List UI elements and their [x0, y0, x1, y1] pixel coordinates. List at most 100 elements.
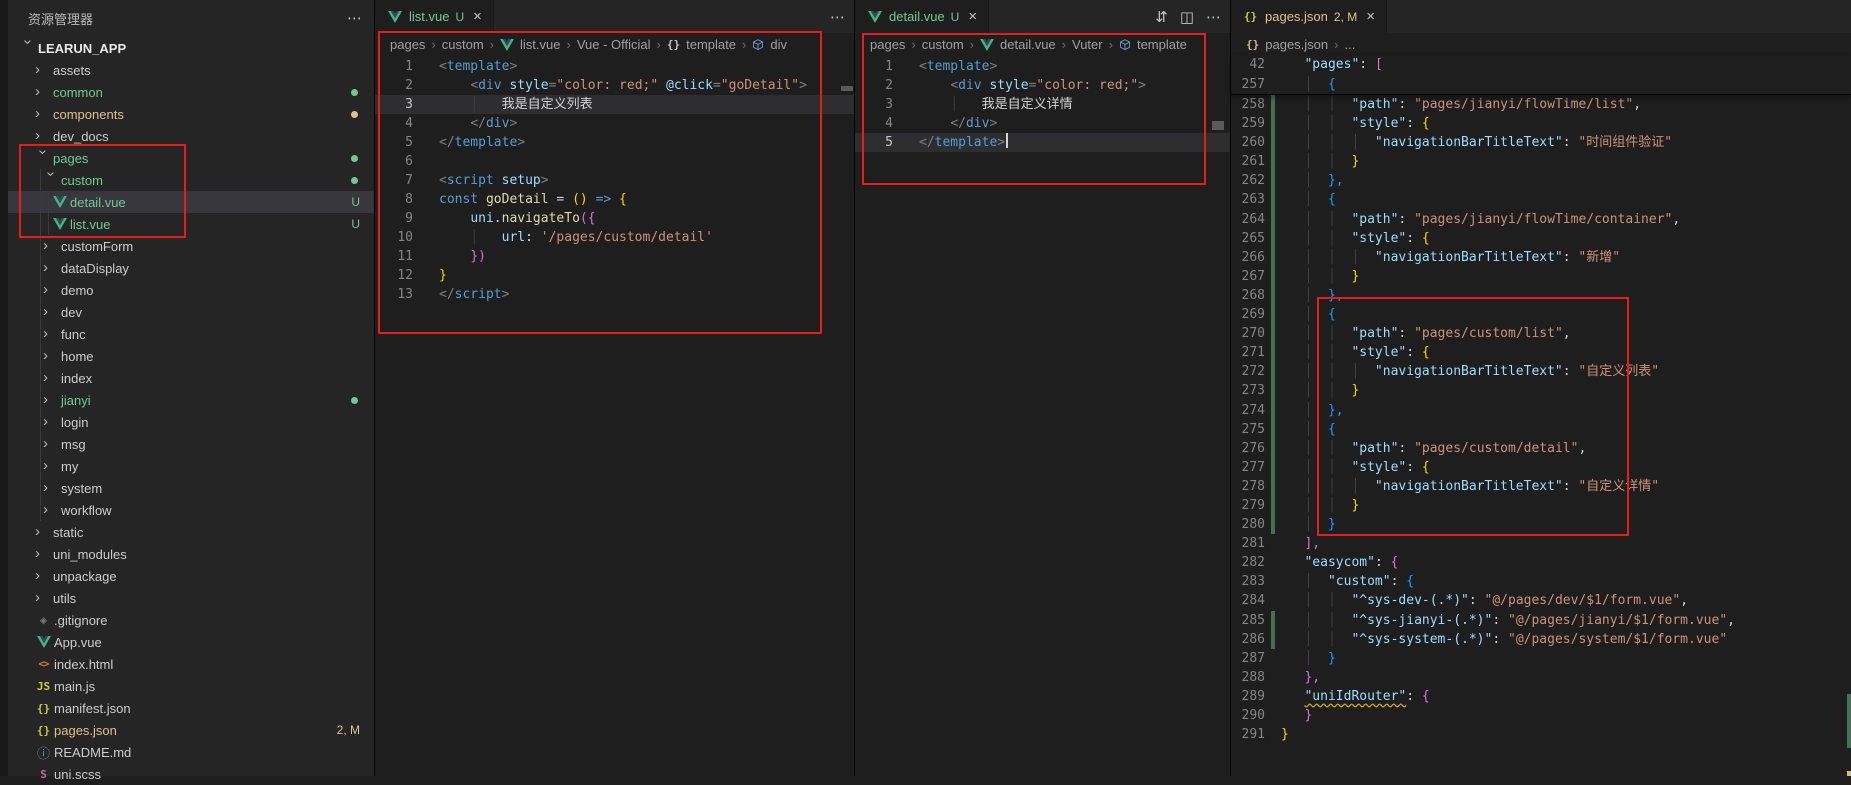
- breadcrumb-item[interactable]: div: [770, 37, 787, 52]
- line-number[interactable]: 6: [375, 152, 413, 171]
- line-number[interactable]: 284: [1231, 591, 1265, 610]
- code-line[interactable]: 263 │ {: [1231, 190, 1851, 209]
- tree-item-utils[interactable]: ›utils: [8, 587, 374, 609]
- code-line[interactable]: 5</template>: [375, 133, 855, 152]
- code-line[interactable]: 285 │ │ "^sys-jianyi-(.*)": "@/pages/jia…: [1231, 611, 1851, 630]
- code-line[interactable]: 3 │ 我是自定义详情: [855, 95, 1231, 114]
- line-number[interactable]: 290: [1231, 706, 1265, 725]
- tree-item-LEARUN_APP[interactable]: ›LEARUN_APP: [8, 37, 374, 59]
- breadcrumb-item[interactable]: pages: [870, 37, 905, 52]
- line-number[interactable]: 285: [1231, 611, 1265, 630]
- line-number[interactable]: 272: [1231, 362, 1265, 381]
- tree-item-login[interactable]: ›login: [8, 411, 374, 433]
- code-line[interactable]: 270 │ │ "path": "pages/custom/list",: [1231, 324, 1851, 343]
- code-line[interactable]: 282 "easycom": {: [1231, 553, 1851, 572]
- tree-item-common[interactable]: ›common: [8, 81, 374, 103]
- tree-item-detail.vue[interactable]: detail.vueU: [8, 191, 374, 213]
- code-line[interactable]: 276 │ │ "path": "pages/custom/detail",: [1231, 439, 1851, 458]
- line-number[interactable]: 286: [1231, 630, 1265, 649]
- tree-item-custom[interactable]: ›custom: [8, 169, 374, 191]
- code-line[interactable]: 289 "uniIdRouter": {: [1231, 687, 1851, 706]
- line-number[interactable]: 270: [1231, 324, 1265, 343]
- code-line[interactable]: 273 │ │ }: [1231, 381, 1851, 400]
- tab-list-vue[interactable]: list.vue U ×: [375, 0, 494, 33]
- code-line[interactable]: 264 │ │ "path": "pages/jianyi/flowTime/c…: [1231, 210, 1851, 229]
- line-number[interactable]: 8: [375, 190, 413, 209]
- line-number[interactable]: 263: [1231, 190, 1265, 209]
- tree-item-uni.scss[interactable]: Suni.scss: [8, 763, 374, 785]
- tab-pages-json[interactable]: {} pages.json 2, M ×: [1231, 0, 1387, 33]
- line-number[interactable]: 289: [1231, 687, 1265, 706]
- code-line[interactable]: 269 │ {: [1231, 305, 1851, 324]
- code-line[interactable]: 12}: [375, 266, 855, 285]
- code-line[interactable]: 259 │ │ "style": {: [1231, 114, 1851, 133]
- code-line[interactable]: 268 │ },: [1231, 286, 1851, 305]
- line-number[interactable]: 4: [855, 114, 893, 133]
- code-line[interactable]: 284 │ │ "^sys-dev-(.*)": "@/pages/dev/$1…: [1231, 591, 1851, 610]
- code-line[interactable]: 280 │ }: [1231, 515, 1851, 534]
- code-line[interactable]: 257 │ {: [1231, 75, 1851, 95]
- line-number[interactable]: 280: [1231, 515, 1265, 534]
- code-editor[interactable]: 258 │ │ "path": "pages/jianyi/flowTime/l…: [1231, 95, 1851, 776]
- code-line[interactable]: 262 │ },: [1231, 171, 1851, 190]
- breadcrumb-item[interactable]: pages.json: [1265, 37, 1328, 52]
- line-number[interactable]: 277: [1231, 458, 1265, 477]
- line-number[interactable]: 283: [1231, 572, 1265, 591]
- line-number[interactable]: 278: [1231, 477, 1265, 496]
- tree-item-msg[interactable]: ›msg: [8, 433, 374, 455]
- code-line[interactable]: 9 uni.navigateTo({: [375, 209, 855, 228]
- code-line[interactable]: 287 │ }: [1231, 649, 1851, 668]
- code-line[interactable]: 261 │ │ }: [1231, 152, 1851, 171]
- code-line[interactable]: 2 <div style="color: red;" @click="goDet…: [375, 76, 855, 95]
- line-number[interactable]: 5: [375, 133, 413, 152]
- tree-item-dev_docs[interactable]: ›dev_docs: [8, 125, 374, 147]
- code-line[interactable]: 283 │ "custom": {: [1231, 572, 1851, 591]
- line-number[interactable]: 266: [1231, 248, 1265, 267]
- compare-icon[interactable]: ⇵: [1155, 8, 1168, 26]
- code-line[interactable]: 3 │ 我是自定义列表: [375, 95, 855, 114]
- tree-item-home[interactable]: ›home: [8, 345, 374, 367]
- breadcrumb-item[interactable]: template: [1137, 37, 1187, 52]
- line-number[interactable]: 269: [1231, 305, 1265, 324]
- line-number[interactable]: 264: [1231, 210, 1265, 229]
- tree-item-main.js[interactable]: JSmain.js: [8, 675, 374, 697]
- tree-item-workflow[interactable]: ›workflow: [8, 499, 374, 521]
- tree-item-README.md[interactable]: ⓘREADME.md: [8, 741, 374, 763]
- line-number[interactable]: 261: [1231, 152, 1265, 171]
- tree-item-components[interactable]: ›components: [8, 103, 374, 125]
- code-editor[interactable]: 1<template>2 <div style="color: red;">3 …: [855, 57, 1231, 776]
- line-number[interactable]: 265: [1231, 229, 1265, 248]
- line-number[interactable]: 274: [1231, 401, 1265, 420]
- line-number[interactable]: 275: [1231, 420, 1265, 439]
- tree-item-uni_modules[interactable]: ›uni_modules: [8, 543, 374, 565]
- line-number[interactable]: 9: [375, 209, 413, 228]
- line-number[interactable]: 259: [1231, 114, 1265, 133]
- code-line[interactable]: 279 │ │ }: [1231, 496, 1851, 515]
- line-number[interactable]: 260: [1231, 133, 1265, 152]
- code-line[interactable]: 272 │ │ │ "navigationBarTitleText": "自定义…: [1231, 362, 1851, 381]
- code-editor[interactable]: 1<template>2 <div style="color: red;" @c…: [375, 57, 855, 776]
- split-icon[interactable]: ◫: [1180, 8, 1194, 26]
- line-number[interactable]: 12: [375, 266, 413, 285]
- code-line[interactable]: 281 ],: [1231, 534, 1851, 553]
- tree-item-my[interactable]: ›my: [8, 455, 374, 477]
- line-number[interactable]: 7: [375, 171, 413, 190]
- breadcrumb-item[interactable]: template: [686, 37, 736, 52]
- breadcrumb-item[interactable]: Vuter: [1072, 37, 1103, 52]
- code-line[interactable]: 2 <div style="color: red;">: [855, 76, 1231, 95]
- line-number[interactable]: 258: [1231, 95, 1265, 114]
- tree-item-manifest.json[interactable]: {}manifest.json: [8, 697, 374, 719]
- ellipsis-icon[interactable]: ⋯: [830, 8, 845, 26]
- line-number[interactable]: 271: [1231, 343, 1265, 362]
- line-number[interactable]: 287: [1231, 649, 1265, 668]
- line-number[interactable]: 11: [375, 247, 413, 266]
- line-number[interactable]: 262: [1231, 171, 1265, 190]
- tree-item-func[interactable]: ›func: [8, 323, 374, 345]
- breadcrumb-item[interactable]: custom: [922, 37, 964, 52]
- line-number[interactable]: 1: [375, 57, 413, 76]
- line-number[interactable]: 42: [1231, 55, 1265, 75]
- code-line[interactable]: 277 │ │ "style": {: [1231, 458, 1851, 477]
- tree-item-unpackage[interactable]: ›unpackage: [8, 565, 374, 587]
- line-number[interactable]: 257: [1231, 75, 1265, 95]
- line-number[interactable]: 276: [1231, 439, 1265, 458]
